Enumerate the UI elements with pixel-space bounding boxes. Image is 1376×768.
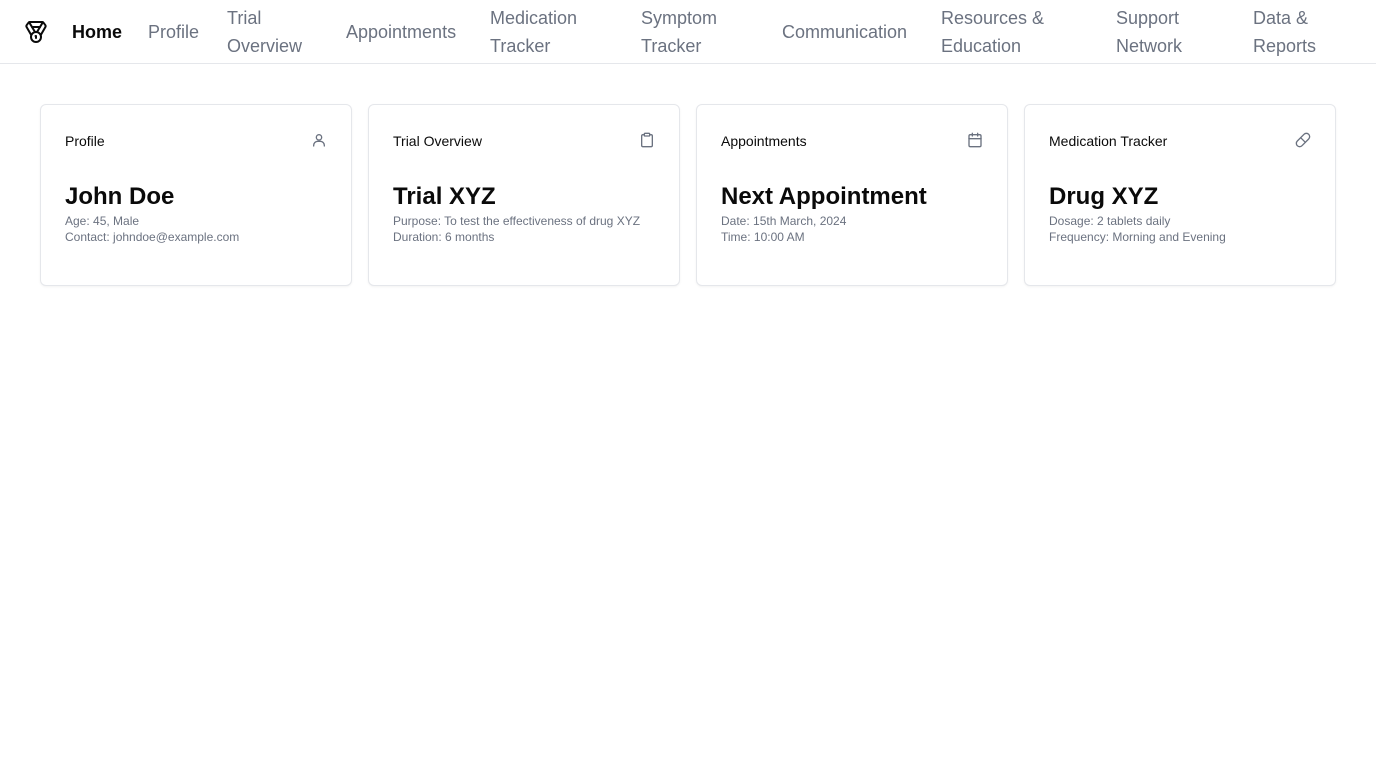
- card-details: Purpose: To test the effectiveness of dr…: [393, 213, 657, 245]
- nav-label-line1: Data &: [1253, 8, 1309, 28]
- card-headline: Drug XYZ: [1049, 183, 1159, 210]
- nav-label-line2: Overview: [227, 36, 303, 56]
- nav-label-line2: Education: [941, 36, 1022, 56]
- nav-label-line1: Support: [1116, 8, 1180, 28]
- card-details: Age: 45, Male Contact: johndoe@example.c…: [65, 213, 329, 245]
- card-detail-line: Dosage: 2 tablets daily: [1049, 214, 1171, 228]
- card-detail-line: Time: 10:00 AM: [721, 230, 805, 244]
- card-title: Appointments: [721, 133, 807, 149]
- nav-trial-overview[interactable]: Trial Overview: [227, 4, 302, 60]
- card-headline: John Doe: [65, 183, 175, 210]
- card-detail-line: Age: 45, Male: [65, 214, 140, 228]
- nav-label-line2: Network: [1116, 36, 1183, 56]
- appointments-card[interactable]: Appointments Next Appointment Date: 15th…: [696, 104, 1008, 286]
- nav-home[interactable]: Home: [72, 18, 122, 46]
- profile-card[interactable]: Profile John Doe Age: 45, Male Contact: …: [40, 104, 352, 286]
- user-icon: [311, 132, 327, 148]
- card-title: Medication Tracker: [1049, 133, 1168, 149]
- nav-symptom-tracker[interactable]: Symptom Tracker: [641, 4, 717, 60]
- calendar-icon: [967, 132, 983, 148]
- card-details: Dosage: 2 tablets daily Frequency: Morni…: [1049, 213, 1313, 245]
- nav-data-reports[interactable]: Data & Reports: [1253, 4, 1316, 60]
- nav-communication[interactable]: Communication: [782, 18, 907, 46]
- nav-label-line2: Tracker: [641, 36, 702, 56]
- nav-label-line1: Medication: [490, 8, 578, 28]
- nav-medication-tracker[interactable]: Medication Tracker: [490, 4, 577, 60]
- card-detail-line: Frequency: Morning and Evening: [1049, 230, 1226, 244]
- medal-icon[interactable]: [24, 20, 48, 44]
- nav-label-line1: Symptom: [641, 8, 718, 28]
- nav-label-line1: Resources &: [941, 8, 1045, 28]
- card-detail-line: Date: 15th March, 2024: [721, 214, 847, 228]
- card-detail-line: Duration: 6 months: [393, 230, 495, 244]
- nav-label-line2: Reports: [1253, 36, 1317, 56]
- nav-appointments[interactable]: Appointments: [346, 18, 456, 46]
- medication-tracker-card[interactable]: Medication Tracker Drug XYZ Dosage: 2 ta…: [1024, 104, 1336, 286]
- card-detail-line: Purpose: To test the effectiveness of dr…: [393, 214, 641, 228]
- nav-resources-education[interactable]: Resources & Education: [941, 4, 1044, 60]
- card-title: Profile: [65, 133, 105, 149]
- card-headline: Trial XYZ: [393, 183, 496, 210]
- top-navigation: Home Profile Trial Overview Appointments…: [0, 0, 1376, 64]
- card-headline: Next Appointment: [721, 183, 927, 210]
- pill-icon: [1295, 132, 1311, 148]
- trial-overview-card[interactable]: Trial Overview Trial XYZ Purpose: To tes…: [368, 104, 680, 286]
- card-detail-line: Contact: johndoe@example.com: [65, 230, 240, 244]
- nav-profile[interactable]: Profile: [148, 18, 199, 46]
- card-details: Date: 15th March, 2024 Time: 10:00 AM: [721, 213, 985, 245]
- card-title: Trial Overview: [393, 133, 482, 149]
- nav-support-network[interactable]: Support Network: [1116, 4, 1182, 60]
- nav-label-line1: Trial: [227, 8, 262, 28]
- clipboard-icon: [639, 132, 655, 148]
- nav-label-line2: Tracker: [490, 36, 551, 56]
